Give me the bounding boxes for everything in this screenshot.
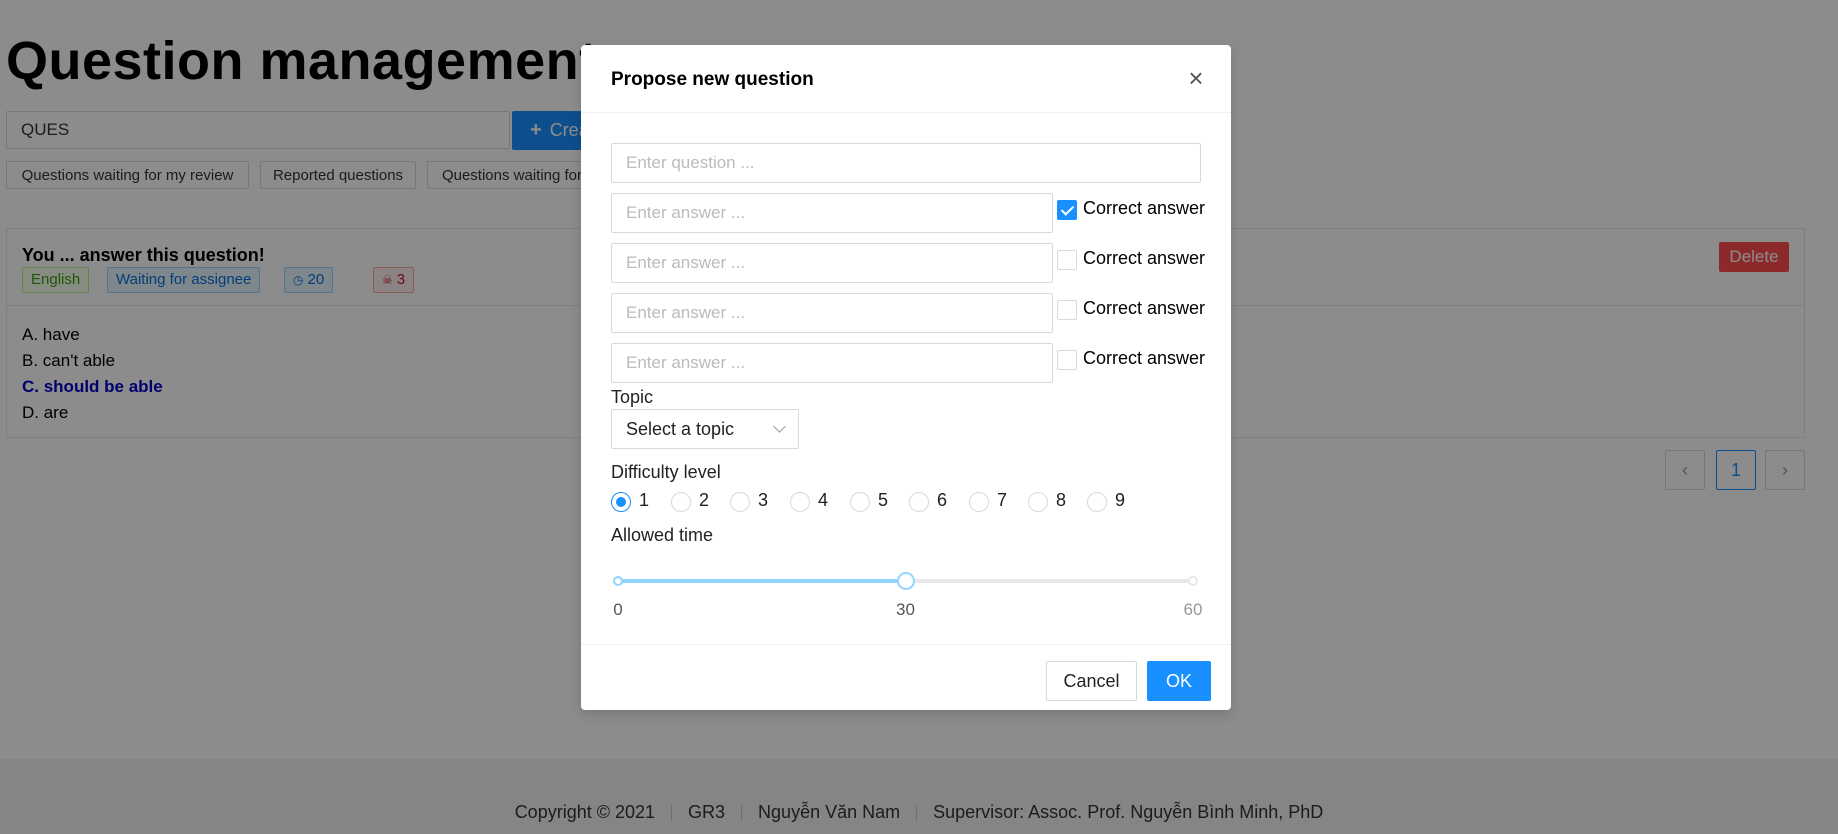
slider-handle[interactable]	[896, 572, 915, 590]
modal-footer: Cancel OK	[581, 644, 1231, 711]
modal-title: Propose new question	[611, 69, 814, 90]
slider-mark-min: 0	[613, 600, 623, 619]
slider-mark-max: 60	[1183, 600, 1203, 619]
radio-2-dot[interactable]	[671, 492, 691, 512]
answer-input-1[interactable]: Enter answer ...	[611, 193, 1053, 233]
propose-question-modal: Propose new question × Enter question ..…	[581, 45, 1231, 710]
answer-input-3[interactable]: Enter answer ...	[611, 293, 1053, 333]
correct-answer-3-label: Correct answer	[1083, 298, 1206, 318]
radio-9-dot[interactable]	[1087, 492, 1107, 512]
radio-3-dot[interactable]	[730, 492, 750, 512]
radio-1-label: 1	[639, 490, 650, 510]
topic-select[interactable]: Select a topic	[611, 409, 799, 449]
radio-7-label: 7	[997, 490, 1008, 510]
topic-select-placeholder: Select a topic	[626, 419, 735, 439]
radio-1-dot[interactable]	[611, 492, 631, 512]
radio-6-label: 6	[937, 490, 948, 510]
allowed-time-slider[interactable]: 0 30 60	[613, 571, 1202, 619]
ok-button[interactable]: OK	[1147, 661, 1211, 701]
correct-answer-2-label: Correct answer	[1083, 248, 1206, 268]
radio-8-dot[interactable]	[1028, 492, 1048, 512]
radio-9-label: 9	[1115, 490, 1126, 510]
cancel-button[interactable]: Cancel	[1046, 661, 1137, 701]
slider-mark-dot-min[interactable]	[613, 576, 623, 586]
radio-8-label: 8	[1056, 490, 1067, 510]
radio-5-label: 5	[878, 490, 889, 510]
modal-header: Propose new question ×	[581, 45, 1231, 113]
radio-6-dot[interactable]	[909, 492, 929, 512]
correct-answer-4-checkbox[interactable]	[1057, 350, 1077, 370]
radio-2-label: 2	[699, 490, 710, 510]
radio-7-dot[interactable]	[969, 492, 989, 512]
radio-4-label: 4	[818, 490, 829, 510]
correct-answer-1-label: Correct answer	[1083, 198, 1206, 218]
radio-3-label: 3	[758, 490, 769, 510]
correct-answer-1-checkbox[interactable]	[1057, 200, 1077, 220]
correct-answer-3-checkbox[interactable]	[1057, 300, 1077, 320]
chevron-down-icon	[773, 420, 786, 433]
slider-track	[618, 579, 906, 583]
topic-label: Topic	[611, 387, 654, 407]
radio-5-dot[interactable]	[850, 492, 870, 512]
question-input[interactable]: Enter question ...	[611, 143, 1201, 183]
difficulty-label: Difficulty level	[611, 462, 721, 482]
slider-mark-value: 30	[896, 600, 915, 619]
allowed-time-label: Allowed time	[611, 525, 714, 545]
radio-4-dot[interactable]	[790, 492, 810, 512]
answer-input-2[interactable]: Enter answer ...	[611, 243, 1053, 283]
answer-input-4[interactable]: Enter answer ...	[611, 343, 1053, 383]
close-icon[interactable]: ×	[1181, 63, 1211, 93]
correct-answer-2-checkbox[interactable]	[1057, 250, 1077, 270]
correct-answer-4-label: Correct answer	[1083, 348, 1206, 368]
slider-mark-dot-max[interactable]	[1188, 576, 1198, 586]
